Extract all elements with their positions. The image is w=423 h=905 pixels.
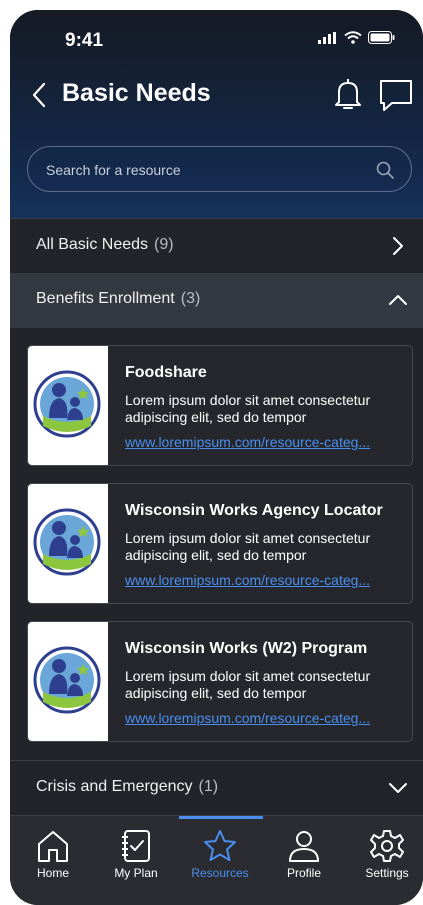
resource-link[interactable]: www.loremipsum.com/resource-categ... <box>125 434 397 450</box>
resource-description: Lorem ipsum dolor sit amet consectetur a… <box>125 668 371 701</box>
battery-icon <box>368 31 395 44</box>
chevron-right-icon <box>393 237 403 255</box>
resource-title: Wisconsin Works (W2) Program <box>125 640 368 657</box>
chevron-down-icon <box>389 783 407 793</box>
tab-settings[interactable]: Settings <box>347 816 423 896</box>
category-count: (1) <box>198 778 219 795</box>
resource-title: Foodshare <box>125 364 207 381</box>
back-button[interactable] <box>28 80 52 110</box>
title-row: Basic Needs <box>10 76 423 116</box>
resource-card[interactable]: Wisconsin Works Agency Locator Lorem ips… <box>27 483 413 604</box>
profile-icon <box>289 831 319 862</box>
phone-screen: 9:41 Basic Needs Search for a resource A… <box>10 10 423 905</box>
category-count: (9) <box>154 236 174 253</box>
family-logo-icon <box>33 508 101 576</box>
resource-description: Lorem ipsum dolor sit amet consectetur a… <box>125 530 371 563</box>
resource-logo <box>28 346 108 465</box>
resource-logo <box>28 622 108 741</box>
tab-label: Home <box>36 866 69 880</box>
category-benefits-enrollment[interactable]: Benefits Enrollment (3) <box>10 273 423 328</box>
category-all-basic-needs[interactable]: All Basic Needs (9) <box>10 218 423 274</box>
home-icon <box>38 831 68 862</box>
tab-profile[interactable]: Profile <box>264 816 344 896</box>
plan-icon <box>122 830 150 862</box>
tab-resources[interactable]: Resources <box>180 816 260 896</box>
gear-icon <box>370 830 404 862</box>
category-crisis-emergency[interactable]: Crisis and Emergency (1) <box>10 760 423 816</box>
bottom-tab-bar: Home My Plan Resources Profile Settings <box>10 815 423 905</box>
resource-card[interactable]: Foodshare Lorem ipsum dolor sit amet con… <box>27 345 413 466</box>
family-logo-icon <box>33 646 101 714</box>
tab-label: Profile <box>286 866 321 880</box>
search-input[interactable] <box>44 159 358 181</box>
category-label: Crisis and Emergency (1) <box>36 778 219 795</box>
resource-link[interactable]: www.loremipsum.com/resource-categ... <box>125 710 397 726</box>
header: 9:41 Basic Needs <box>10 10 423 218</box>
resource-title: Wisconsin Works Agency Locator <box>125 502 383 519</box>
status-time: 9:41 <box>65 30 104 51</box>
resource-link[interactable]: www.loremipsum.com/resource-categ... <box>125 572 397 588</box>
page-title: Basic Needs <box>62 79 211 107</box>
family-logo-icon <box>33 370 101 438</box>
notifications-bell-icon[interactable] <box>332 77 364 111</box>
messages-chat-icon[interactable] <box>378 78 414 112</box>
search-icon[interactable] <box>375 160 395 180</box>
signal-icon <box>318 31 336 44</box>
search-bar <box>27 146 412 192</box>
category-label: All Basic Needs (9) <box>36 236 174 253</box>
tab-label: Settings <box>365 866 409 880</box>
resource-description: Lorem ipsum dolor sit amet consectetur a… <box>125 392 371 425</box>
star-icon <box>204 830 236 861</box>
category-label: Benefits Enrollment (3) <box>36 290 201 307</box>
tab-my-plan[interactable]: My Plan <box>96 816 176 896</box>
category-count: (3) <box>180 290 201 307</box>
wifi-icon <box>344 31 362 44</box>
tab-home[interactable]: Home <box>13 816 93 896</box>
chevron-up-icon <box>389 295 407 305</box>
resource-logo <box>28 484 108 603</box>
tab-label: My Plan <box>114 866 158 880</box>
tab-label: Resources <box>191 866 249 880</box>
resource-card[interactable]: Wisconsin Works (W2) Program Lorem ipsum… <box>27 621 413 742</box>
status-icons <box>318 31 395 44</box>
